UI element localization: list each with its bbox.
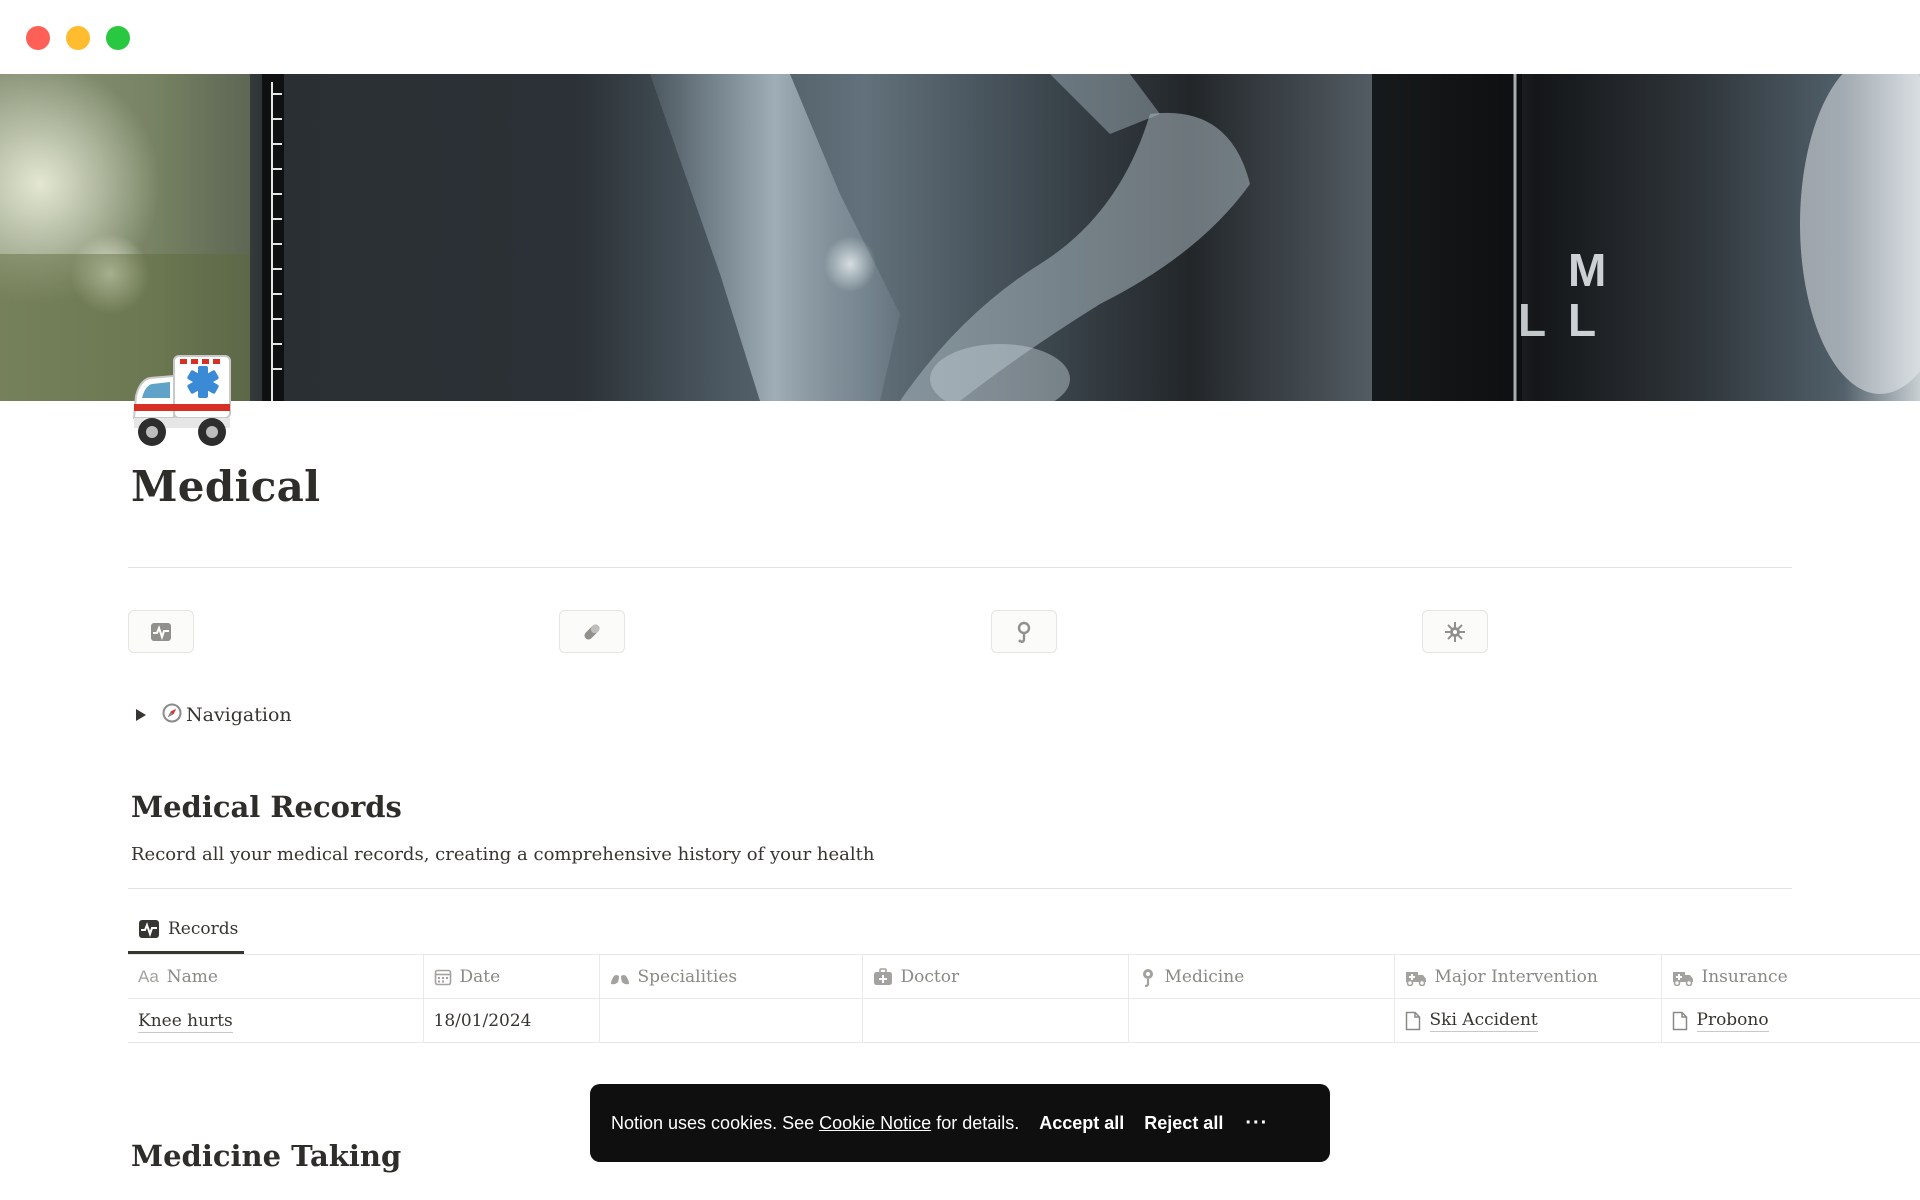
record-name[interactable]: Knee hurts — [138, 1010, 233, 1033]
cell-doctor[interactable] — [862, 998, 1129, 1043]
column-header-doctor[interactable]: Doctor — [862, 954, 1129, 999]
virus-icon[interactable] — [1422, 610, 1488, 653]
page-icon — [1672, 1011, 1687, 1030]
column-label: Specialities — [637, 966, 738, 987]
cookie-message-prefix: Notion uses cookies. See — [611, 1112, 820, 1133]
window-minimize-button[interactable] — [66, 26, 90, 50]
records-table: Aa Name Date Specialities Doctor Medicin… — [128, 954, 1920, 1043]
text-property-icon: Aa — [138, 966, 159, 986]
calendar-icon — [434, 969, 451, 985]
column-label: Date — [459, 966, 501, 987]
column-label: Major Intervention — [1434, 966, 1598, 987]
column-label: Insurance — [1701, 966, 1788, 987]
cell-medicine[interactable] — [1128, 998, 1395, 1043]
medical-bag-icon — [873, 967, 892, 985]
cell-date[interactable]: 18/01/2024 — [423, 998, 600, 1043]
relation-ski-accident[interactable]: Ski Accident — [1429, 1010, 1538, 1032]
xray-illustration: M L L — [0, 74, 1920, 401]
column-header-medicine[interactable]: Medicine — [1128, 954, 1395, 999]
cookie-message-suffix: for details. — [931, 1112, 1020, 1133]
svg-text:L: L — [1518, 294, 1546, 346]
compass-icon — [162, 703, 182, 728]
column-header-major-intervention[interactable]: Major Intervention — [1394, 954, 1662, 999]
ambulance-icon[interactable] — [128, 352, 236, 452]
navigation-toggle[interactable]: Navigation — [136, 700, 292, 730]
accept-all-button[interactable]: Accept all — [1035, 1107, 1128, 1140]
record-date: 18/01/2024 — [433, 1010, 532, 1031]
cell-major-intervention[interactable]: Ski Accident — [1394, 998, 1662, 1043]
window-close-button[interactable] — [26, 26, 50, 50]
navigation-label: Navigation — [186, 704, 292, 726]
lungs-icon — [610, 969, 629, 984]
medical-records-heading: Medical Records — [131, 790, 402, 824]
title-divider — [128, 567, 1792, 568]
column-label: Name — [166, 966, 218, 987]
page-icon — [1405, 1011, 1420, 1030]
stethoscope-icon[interactable] — [991, 610, 1057, 653]
medical-records-description: Record all your medical records, creatin… — [131, 844, 875, 865]
cookie-notice-link[interactable]: Cookie Notice — [819, 1113, 931, 1133]
svg-text:M: M — [1568, 244, 1606, 296]
window-maximize-button[interactable] — [106, 26, 130, 50]
column-header-specialities[interactable]: Specialities — [599, 954, 863, 999]
cookie-message: Notion uses cookies. See Cookie Notice f… — [611, 1113, 1019, 1134]
cell-insurance[interactable]: Probono — [1661, 998, 1920, 1043]
cookie-banner: Notion uses cookies. See Cookie Notice f… — [590, 1084, 1330, 1162]
tab-records-label: Records — [168, 919, 239, 939]
stethoscope-icon — [1142, 968, 1153, 987]
pill-icon[interactable] — [559, 610, 625, 653]
relation-probono[interactable]: Probono — [1696, 1010, 1769, 1032]
ambulance-outline-icon — [1672, 971, 1693, 986]
window-titlebar — [0, 0, 1920, 74]
medicine-taking-heading: Medicine Taking — [131, 1139, 402, 1173]
pulse-icon — [139, 920, 159, 938]
svg-text:L: L — [1568, 294, 1596, 346]
view-divider — [128, 888, 1792, 889]
column-label: Medicine — [1164, 966, 1245, 987]
cover-image: M L L — [0, 74, 1920, 401]
cell-name[interactable]: Knee hurts — [128, 998, 424, 1043]
column-header-insurance[interactable]: Insurance — [1661, 954, 1920, 999]
page-title: Medical — [131, 462, 321, 511]
more-options-icon[interactable]: ··· — [1245, 1112, 1268, 1135]
reject-all-button[interactable]: Reject all — [1140, 1107, 1227, 1140]
pulse-icon[interactable] — [128, 610, 194, 653]
column-header-name[interactable]: Aa Name — [128, 954, 424, 999]
cell-specialities[interactable] — [599, 998, 863, 1043]
ambulance-outline-icon — [1405, 971, 1426, 986]
table-row[interactable]: Knee hurts 18/01/2024 Ski Accident Probo… — [128, 998, 1920, 1043]
tab-records[interactable]: Records — [128, 904, 244, 954]
column-header-date[interactable]: Date — [423, 954, 600, 999]
column-label: Doctor — [900, 966, 960, 987]
table-header-row: Aa Name Date Specialities Doctor Medicin… — [128, 954, 1920, 999]
toggle-triangle-icon[interactable] — [136, 709, 146, 721]
